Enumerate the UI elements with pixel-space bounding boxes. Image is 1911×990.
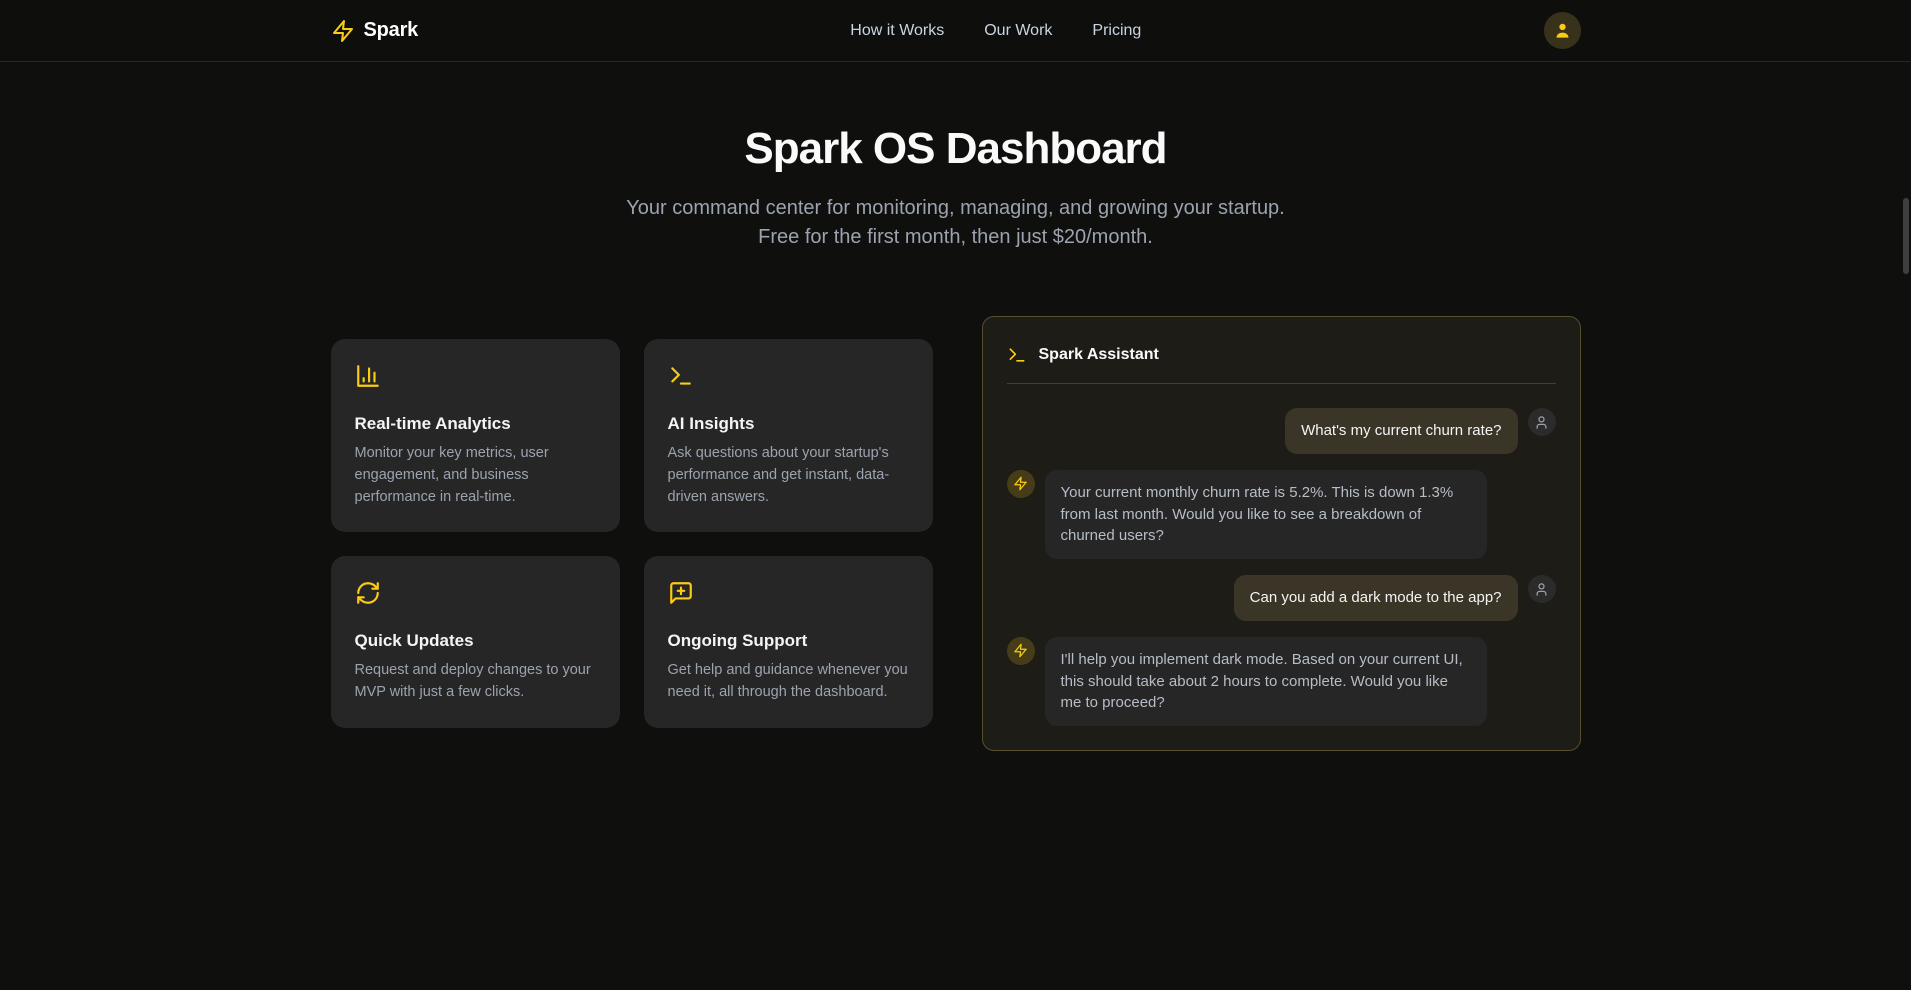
refresh-icon	[355, 580, 381, 606]
hero-section: Spark OS Dashboard Your command center f…	[0, 62, 1911, 252]
feature-description: Ask questions about your startup's perfo…	[668, 443, 909, 508]
user-message-bubble: Can you add a dark mode to the app?	[1234, 575, 1518, 621]
header: Spark How it Works Our Work Pricing	[0, 0, 1911, 62]
zap-icon	[331, 19, 355, 43]
chat-header: Spark Assistant	[1007, 341, 1556, 384]
feature-title: Real-time Analytics	[355, 414, 596, 434]
nav-our-work[interactable]: Our Work	[984, 22, 1052, 40]
feature-title: Quick Updates	[355, 631, 596, 651]
chat-message-assistant: I'll help you implement dark mode. Based…	[1007, 637, 1556, 726]
assistant-avatar	[1007, 470, 1035, 498]
account-avatar-button[interactable]	[1544, 12, 1581, 49]
zap-icon	[1013, 476, 1028, 491]
message-square-plus-icon	[668, 580, 694, 606]
page-subtitle: Your command center for monitoring, mana…	[611, 194, 1301, 252]
assistant-message-bubble: Your current monthly churn rate is 5.2%.…	[1045, 470, 1487, 559]
user-icon	[1534, 582, 1549, 597]
user-avatar	[1528, 575, 1556, 603]
feature-title: AI Insights	[668, 414, 909, 434]
terminal-icon	[668, 363, 694, 389]
main-content: Spark OS Dashboard Your command center f…	[0, 62, 1911, 751]
user-avatar	[1528, 408, 1556, 436]
feature-description: Request and deploy changes to your MVP w…	[355, 660, 596, 704]
feature-description: Monitor your key metrics, user engagemen…	[355, 443, 596, 508]
feature-card-ongoing-support: Ongoing Support Get help and guidance wh…	[644, 556, 933, 728]
feature-card-realtime-analytics: Real-time Analytics Monitor your key met…	[331, 339, 620, 532]
page-title: Spark OS Dashboard	[0, 124, 1911, 174]
content-section: Real-time Analytics Monitor your key met…	[331, 316, 1581, 751]
feature-description: Get help and guidance whenever you need …	[668, 660, 909, 704]
assistant-avatar	[1007, 637, 1035, 665]
nav-pricing[interactable]: Pricing	[1092, 22, 1141, 40]
feature-card-quick-updates: Quick Updates Request and deploy changes…	[331, 556, 620, 728]
feature-grid: Real-time Analytics Monitor your key met…	[331, 339, 933, 728]
scrollbar-thumb[interactable]	[1903, 198, 1909, 274]
user-icon	[1534, 415, 1549, 430]
chat-messages: What's my current churn rate? Your curre…	[1007, 384, 1556, 726]
chat-title: Spark Assistant	[1039, 346, 1159, 364]
spark-assistant-panel: Spark Assistant What's my current churn …	[982, 316, 1581, 751]
user-filled-icon	[1553, 21, 1572, 40]
brand-name: Spark	[364, 19, 419, 42]
user-message-bubble: What's my current churn rate?	[1285, 408, 1517, 454]
brand-logo[interactable]: Spark	[331, 19, 419, 43]
main-nav: How it Works Our Work Pricing	[820, 22, 1141, 40]
terminal-icon	[1007, 345, 1027, 365]
nav-how-it-works[interactable]: How it Works	[850, 22, 944, 40]
feature-title: Ongoing Support	[668, 631, 909, 651]
bar-chart-icon	[355, 363, 381, 389]
chat-message-assistant: Your current monthly churn rate is 5.2%.…	[1007, 470, 1556, 559]
assistant-message-bubble: I'll help you implement dark mode. Based…	[1045, 637, 1487, 726]
chat-message-user: Can you add a dark mode to the app?	[1007, 575, 1556, 621]
zap-icon	[1013, 643, 1028, 658]
chat-message-user: What's my current churn rate?	[1007, 408, 1556, 454]
feature-card-ai-insights: AI Insights Ask questions about your sta…	[644, 339, 933, 532]
